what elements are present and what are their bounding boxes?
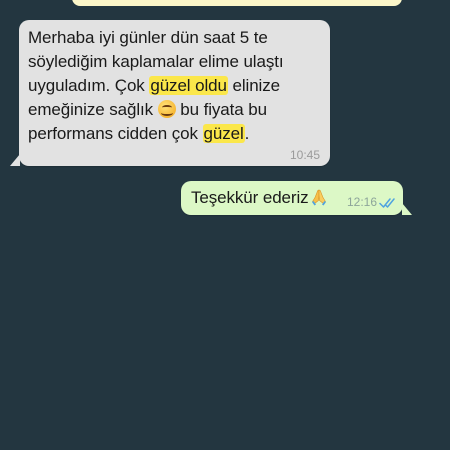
search-highlight: güzel <box>202 124 245 143</box>
previous-message-bubble <box>72 0 402 6</box>
outgoing-message-text: Teşekkür ederiz <box>191 186 361 210</box>
incoming-message-text: Merhaba iyi günler dün saat 5 te söyledi… <box>28 26 324 146</box>
search-highlight: güzel oldu <box>149 76 228 95</box>
message-text-part: Teşekkür ederiz <box>191 188 309 207</box>
message-timestamp: 12:16 <box>346 195 377 209</box>
message-text-part: . <box>244 124 250 143</box>
incoming-message[interactable]: Merhaba iyi günler dün saat 5 te söyledi… <box>10 20 330 166</box>
smiling-face-emoji-icon <box>157 100 176 118</box>
message-timestamp: 10:45 <box>289 148 320 162</box>
outgoing-message[interactable]: Teşekkür ederiz 12:16 <box>181 181 412 215</box>
folded-hands-emoji-icon <box>309 187 329 207</box>
read-receipt-double-check-icon <box>379 196 397 208</box>
